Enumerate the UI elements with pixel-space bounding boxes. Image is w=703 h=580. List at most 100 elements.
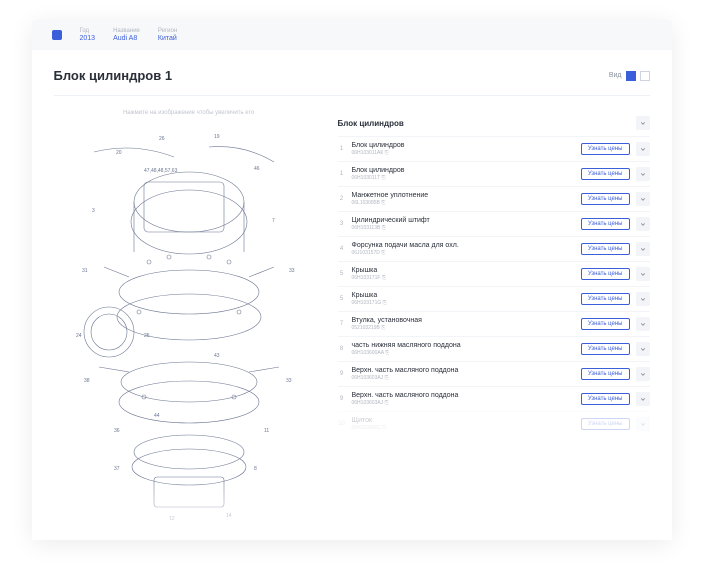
part-row: 2 Манжетное уплотнение06L103085B ⎘ Узнать … <box>338 186 650 211</box>
part-info: Крышка06H103171F ⎘ <box>352 267 575 281</box>
part-name: Щиток <box>352 417 575 424</box>
part-code: 06H103171F ⎘ <box>352 275 575 281</box>
svg-text:44: 44 <box>154 413 160 419</box>
part-row: 5 Крышка06H103171G ⎘ Узнать цены <box>338 286 650 311</box>
view-grid-button[interactable] <box>626 71 636 81</box>
part-code: 052103219B ⎘ <box>352 325 575 331</box>
svg-text:25: 25 <box>144 333 150 339</box>
price-button[interactable]: Узнать цены <box>581 393 630 405</box>
row-expand-button[interactable] <box>636 167 650 181</box>
header-value: Китай <box>158 35 177 42</box>
part-info: Форсунка подачи масла для охл.06J103157D… <box>352 242 575 256</box>
parts-list: Блок цилиндров 1 Блок цилиндров06H103011А… <box>338 110 650 522</box>
section-header: Блок цилиндров <box>338 110 650 136</box>
part-name: Верхн. часть масляного поддона <box>352 392 575 399</box>
part-number: 9 <box>338 371 346 377</box>
part-row: 8часть нижняя масляного поддона06H103600… <box>338 336 650 361</box>
row-expand-button[interactable] <box>636 267 650 281</box>
part-number: 4 <box>338 246 346 252</box>
home-icon[interactable] <box>52 30 62 40</box>
view-list-button[interactable] <box>640 71 650 81</box>
svg-text:7: 7 <box>272 218 275 224</box>
svg-text:46: 46 <box>254 166 260 172</box>
part-number: 7 <box>338 321 346 327</box>
svg-text:33: 33 <box>289 268 295 274</box>
part-row: 4 Форсунка подачи масла для охл.06J103157… <box>338 236 650 261</box>
part-info: часть нижняя масляного поддона06H103600A… <box>352 342 575 356</box>
breadcrumb-bar: Год 2013 Название Audi A8 Регион Китай <box>32 20 672 50</box>
row-expand-button[interactable] <box>636 242 650 256</box>
part-number: 5 <box>338 271 346 277</box>
header-label: Год <box>80 28 96 34</box>
part-row: 7Втулка, установочная052103219B ⎘Узнать … <box>338 311 650 336</box>
svg-text:19: 19 <box>214 134 220 140</box>
part-info: Верхн. часть масляного поддона06H103603A… <box>352 392 575 406</box>
part-name: Цилиндрический штифт <box>352 217 575 224</box>
part-info: Блок цилиндров06H103011Т ⎘ <box>352 167 575 181</box>
price-button[interactable]: Узнать цены <box>581 318 630 330</box>
price-button[interactable]: Узнать цены <box>581 193 630 205</box>
diagram-hint: Нажмите на изображение чтобы увеличить е… <box>54 110 324 116</box>
view-switcher: Вид <box>609 71 650 81</box>
part-code: 06H103113B ⎘ <box>352 225 575 231</box>
price-button[interactable]: Узнать цены <box>581 343 630 355</box>
svg-text:3: 3 <box>92 208 95 214</box>
price-button[interactable]: Узнать цены <box>581 293 630 305</box>
svg-text:20: 20 <box>116 150 122 156</box>
svg-text:8: 8 <box>254 466 257 472</box>
price-button[interactable]: Узнать цены <box>581 368 630 380</box>
part-info: Манжетное уплотнение06L103085B ⎘ <box>352 192 575 206</box>
price-button[interactable]: Узнать цены <box>581 218 630 230</box>
part-code: 06H103171G ⎘ <box>352 300 575 306</box>
row-expand-button[interactable] <box>636 292 650 306</box>
row-expand-button[interactable] <box>636 367 650 381</box>
part-number: 1 <box>338 146 346 152</box>
price-button[interactable]: Узнать цены <box>581 268 630 280</box>
part-number: 3 <box>338 221 346 227</box>
row-expand-button[interactable] <box>636 342 650 356</box>
row-expand-button[interactable] <box>636 192 650 206</box>
row-expand-button[interactable] <box>636 417 650 431</box>
part-name: Манжетное уплотнение <box>352 192 575 199</box>
part-row: 5 Крышка06H103171F ⎘ Узнать цены <box>338 261 650 286</box>
part-info: Блок цилиндров06H103011АК ⎘ <box>352 142 575 156</box>
part-code: 06H103011Т ⎘ <box>352 175 575 181</box>
header-col-model[interactable]: Название Audi A8 <box>113 28 140 42</box>
row-expand-button[interactable] <box>636 142 650 156</box>
part-code: 06H103603AJ ⎘ <box>352 375 575 381</box>
header-col-year[interactable]: Год 2013 <box>80 28 96 42</box>
part-name: Блок цилиндров <box>352 167 575 174</box>
price-button[interactable]: Узнать цены <box>581 243 630 255</box>
view-label: Вид <box>609 72 622 79</box>
exploded-diagram[interactable]: 2619 2046 47,48,48,57,63 37 3133 2425 38… <box>54 122 324 522</box>
diagram-panel: Нажмите на изображение чтобы увеличить е… <box>54 110 324 522</box>
svg-text:47,48,48,57,63: 47,48,48,57,63 <box>144 168 178 174</box>
part-number: 5 <box>338 296 346 302</box>
part-number: 9 <box>338 396 346 402</box>
svg-text:37: 37 <box>114 466 120 472</box>
part-info: Крышка06H103171G ⎘ <box>352 292 575 306</box>
part-row: 9 Верхн. часть масляного поддона06H103603… <box>338 386 650 411</box>
part-row: 9Верхн. часть масляного поддона06H103603… <box>338 361 650 386</box>
row-expand-button[interactable] <box>636 392 650 406</box>
price-button[interactable]: Узнать цены <box>581 168 630 180</box>
row-expand-button[interactable] <box>636 217 650 231</box>
part-number: 2 <box>338 196 346 202</box>
part-name: Крышка <box>352 292 575 299</box>
part-number: 1 <box>338 171 346 177</box>
svg-text:33: 33 <box>286 378 292 384</box>
part-info: Цилиндрический штифт06H103113B ⎘ <box>352 217 575 231</box>
part-row: 3 Цилиндрический штифт06H103113B ⎘ Узнать … <box>338 211 650 236</box>
row-expand-button[interactable] <box>636 317 650 331</box>
part-name: Блок цилиндров <box>352 142 575 149</box>
price-button[interactable]: Узнать цены <box>581 418 630 430</box>
svg-text:12: 12 <box>169 516 175 522</box>
section-collapse-button[interactable] <box>636 116 650 130</box>
part-name: Крышка <box>352 267 575 274</box>
part-name: Форсунка подачи масла для охл. <box>352 242 575 249</box>
header-col-region[interactable]: Регион Китай <box>158 28 177 42</box>
svg-text:31: 31 <box>82 268 88 274</box>
part-name: часть нижняя масляного поддона <box>352 342 575 349</box>
svg-text:24: 24 <box>76 333 82 339</box>
price-button[interactable]: Узнать цены <box>581 143 630 155</box>
